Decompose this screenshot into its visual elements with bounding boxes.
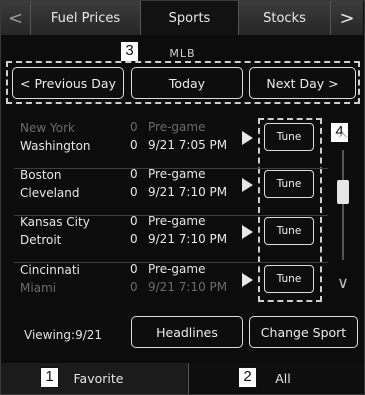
team-away: Kansas City: [20, 215, 90, 229]
score-home: 0: [130, 280, 138, 294]
change-sport-button[interactable]: Change Sport: [249, 316, 358, 348]
tab-fuel-prices[interactable]: Fuel Prices: [31, 1, 141, 35]
favorite-label: Favorite: [73, 371, 124, 386]
all-tab[interactable]: All: [189, 363, 363, 394]
tab-prev-arrow[interactable]: <: [1, 1, 31, 35]
team-home: Detroit: [20, 233, 62, 247]
game-time: 9/21 7:10 PM: [148, 280, 228, 294]
next-day-button[interactable]: Next Day >: [249, 67, 356, 99]
score-home: 0: [130, 232, 138, 246]
game-status: Pre-game: [148, 167, 206, 181]
callout-1: 1: [40, 367, 59, 388]
top-tab-bar: < Fuel Prices Sports Stocks >: [1, 1, 363, 35]
team-away: New York: [20, 121, 75, 135]
score-away: 0: [130, 167, 138, 181]
tune-button[interactable]: Tune: [264, 217, 314, 245]
score-home: 0: [130, 138, 138, 152]
headlines-button[interactable]: Headlines: [131, 316, 243, 348]
game-time: 9/21 7:10 PM: [148, 232, 228, 246]
score-away: 0: [130, 120, 138, 134]
score-away: 0: [130, 262, 138, 276]
favorite-tab[interactable]: Favorite: [1, 363, 189, 394]
play-icon: [242, 178, 253, 192]
all-label: All: [275, 371, 291, 386]
previous-day-button[interactable]: < Previous Day: [12, 67, 124, 99]
tab-sports[interactable]: Sports: [141, 1, 239, 35]
callout-3: 3: [120, 41, 139, 62]
scroll-thumb[interactable]: [337, 180, 349, 204]
scroll-track[interactable]: [342, 150, 344, 260]
tune-button[interactable]: Tune: [264, 265, 314, 293]
play-icon: [242, 225, 253, 239]
callout-2: 2: [238, 367, 257, 388]
game-status: Pre-game: [148, 262, 206, 276]
team-away: Cincinnati: [20, 263, 80, 277]
tune-button[interactable]: Tune: [264, 123, 314, 151]
team-away: Boston: [20, 168, 62, 182]
team-home: Miami: [20, 281, 57, 295]
game-status: Pre-game: [148, 214, 206, 228]
scroll-up-icon[interactable]: ^: [335, 132, 351, 148]
tune-button[interactable]: Tune: [264, 170, 314, 198]
viewing-date: Viewing:9/21: [24, 328, 103, 342]
tab-stocks[interactable]: Stocks: [239, 1, 331, 35]
play-icon: [242, 131, 253, 145]
team-home: Cleveland: [20, 186, 80, 200]
scroll-down-icon[interactable]: ∨: [335, 275, 351, 291]
today-button[interactable]: Today: [131, 67, 243, 99]
game-status: Pre-game: [148, 120, 206, 134]
game-time: 9/21 7:05 PM: [148, 138, 228, 152]
league-label: MLB: [169, 47, 196, 60]
play-icon: [242, 273, 253, 287]
game-row: Cincinnati Miami 0 0 Pre-game 9/21 7:10 …: [20, 260, 320, 318]
score-home: 0: [130, 185, 138, 199]
tab-next-arrow[interactable]: >: [331, 1, 363, 35]
score-away: 0: [130, 214, 138, 228]
game-time: 9/21 7:10 PM: [148, 185, 228, 199]
team-home: Washington: [20, 139, 91, 153]
